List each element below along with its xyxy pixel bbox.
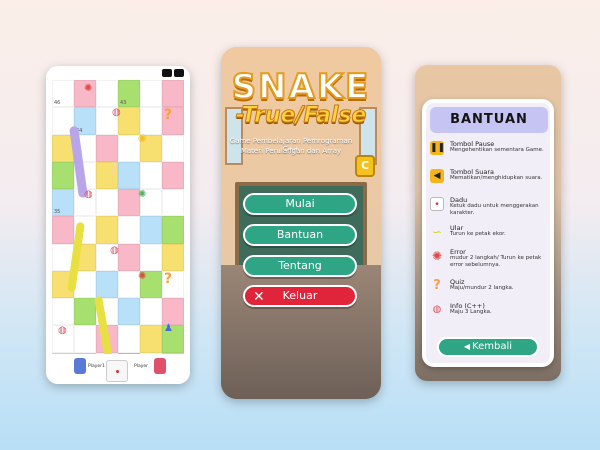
board-cell bbox=[118, 270, 140, 299]
info-icon: ◍ bbox=[110, 245, 119, 256]
pause-button[interactable] bbox=[162, 69, 172, 77]
cpp-badge-icon: C bbox=[355, 155, 375, 177]
board-cell bbox=[118, 298, 140, 326]
board-cell bbox=[118, 107, 140, 135]
help-button-label: Bantuan bbox=[276, 228, 324, 241]
board-cell bbox=[118, 161, 140, 190]
board-cell bbox=[52, 298, 74, 326]
cell-number: 35 bbox=[54, 209, 61, 216]
board-cell bbox=[162, 80, 184, 108]
board-cell bbox=[140, 216, 162, 244]
board-cell bbox=[96, 270, 118, 299]
menu-description-2: Materi Perulangan dan Array bbox=[240, 147, 342, 155]
about-button-label: Tentang bbox=[278, 259, 322, 272]
help-item-desc: Turun ke petak ekor. bbox=[450, 231, 506, 237]
snake-icon: ∽ bbox=[431, 225, 443, 239]
board-cell bbox=[52, 216, 74, 244]
board-screen: 46 43 44 35 ✺ ? ◍ ◉ ? ◍ ✺ ◍ ✺ ? ◍ ♟ Player1… bbox=[46, 66, 190, 384]
board-cell bbox=[162, 134, 184, 162]
board-cell bbox=[140, 107, 162, 135]
board-cell bbox=[118, 216, 140, 244]
board-cell bbox=[162, 243, 184, 271]
info-cpp-icon: ◍ bbox=[432, 304, 442, 315]
cell-number: 43 bbox=[120, 100, 127, 107]
help-item-desc: Maju/mundur 2 langka. bbox=[450, 285, 514, 291]
board-cell bbox=[96, 80, 118, 108]
board-cell bbox=[162, 298, 184, 326]
board-cell bbox=[162, 216, 184, 244]
player2-label: Player bbox=[134, 364, 149, 369]
board-cell bbox=[162, 161, 184, 190]
quiz-icon: ? bbox=[164, 271, 173, 287]
game-subtitle-logo: -True/False bbox=[235, 103, 367, 129]
board-cell bbox=[96, 189, 118, 217]
board-cell bbox=[74, 298, 96, 326]
dice-icon: • bbox=[430, 197, 444, 211]
board-cell bbox=[162, 189, 184, 217]
help-button[interactable]: Bantuan bbox=[243, 224, 357, 246]
info-icon: ◍ bbox=[112, 107, 121, 118]
game-title: SNAKE bbox=[231, 66, 371, 108]
board-cell bbox=[140, 243, 162, 271]
start-button[interactable]: Mulai bbox=[243, 193, 357, 215]
help-item-desc: Maju 3 Langka. bbox=[450, 309, 492, 315]
board-cell bbox=[118, 134, 140, 162]
game-board: 46 43 44 35 bbox=[52, 80, 184, 380]
error-icon: ✺ bbox=[431, 249, 443, 263]
player1-avatar bbox=[74, 358, 86, 374]
board-cell: 46 bbox=[52, 80, 74, 108]
exit-button[interactable]: ✕ Keluar bbox=[243, 285, 357, 307]
board-cell bbox=[140, 80, 162, 108]
board-cell bbox=[140, 298, 162, 326]
sound-button[interactable] bbox=[174, 69, 184, 77]
board-cell bbox=[96, 216, 118, 244]
player1-label: Player1 bbox=[88, 364, 105, 369]
quiz-icon: ? bbox=[164, 107, 173, 123]
back-arrow-icon: ◀ bbox=[463, 342, 471, 351]
start-button-label: Mulai bbox=[285, 197, 315, 210]
quiz-icon: ? bbox=[110, 161, 119, 177]
error-icon: ✺ bbox=[138, 271, 147, 282]
pause-icon: ❚❚ bbox=[430, 141, 446, 155]
player-piece-icon: ♟ bbox=[164, 323, 173, 334]
back-button-label: Kembali bbox=[472, 341, 513, 352]
board-cell bbox=[118, 325, 140, 353]
cpp-coin-icon: ◉ bbox=[138, 133, 147, 144]
error-icon: ✺ bbox=[84, 83, 93, 94]
board-cell bbox=[118, 189, 140, 217]
board-cell bbox=[118, 243, 140, 271]
board-cell bbox=[74, 325, 96, 353]
board-topbar bbox=[46, 66, 190, 80]
info-icon: ◍ bbox=[84, 189, 93, 200]
help-panel: BANTUAN ❚❚ Tombol Pause Mengehentikan se… bbox=[422, 99, 554, 367]
info-icon: ◍ bbox=[58, 325, 67, 336]
board-footer: Player1 Player bbox=[46, 354, 190, 384]
menu-screen: SNAKE -True/False Game Pembelajaran Pemr… bbox=[221, 47, 381, 399]
board-cell: 43 bbox=[118, 80, 140, 108]
error-icon: ✺ bbox=[138, 189, 147, 200]
exit-button-label: Keluar bbox=[282, 289, 318, 302]
board-cell bbox=[140, 325, 162, 353]
help-item-desc: Ketuk dadu untuk menggerakan karakter. bbox=[450, 203, 539, 216]
player2-avatar bbox=[154, 358, 166, 374]
about-button[interactable]: Tentang bbox=[243, 255, 357, 277]
board-cell bbox=[96, 134, 118, 162]
cell-number: 46 bbox=[54, 100, 61, 107]
board-cell bbox=[140, 161, 162, 190]
help-title: BANTUAN bbox=[430, 107, 548, 133]
help-item-desc: mudur 2 langkah/ Turun ke petak error se… bbox=[450, 255, 542, 268]
help-screen: BANTUAN ❚❚ Tombol Pause Mengehentikan se… bbox=[415, 65, 561, 381]
board-cell: 35 bbox=[52, 189, 74, 217]
help-item-desc: Mematikan/menghidupkan suara. bbox=[450, 175, 543, 181]
board-cell bbox=[52, 161, 74, 190]
help-item-desc: Mengehentikan sementara Game. bbox=[450, 147, 544, 153]
close-icon: ✕ bbox=[253, 289, 265, 305]
back-button[interactable]: ◀ Kembali bbox=[437, 337, 539, 357]
quiz-icon: ? bbox=[433, 278, 441, 293]
dice-button[interactable] bbox=[106, 360, 128, 382]
speaker-icon: ◀ bbox=[430, 169, 444, 183]
